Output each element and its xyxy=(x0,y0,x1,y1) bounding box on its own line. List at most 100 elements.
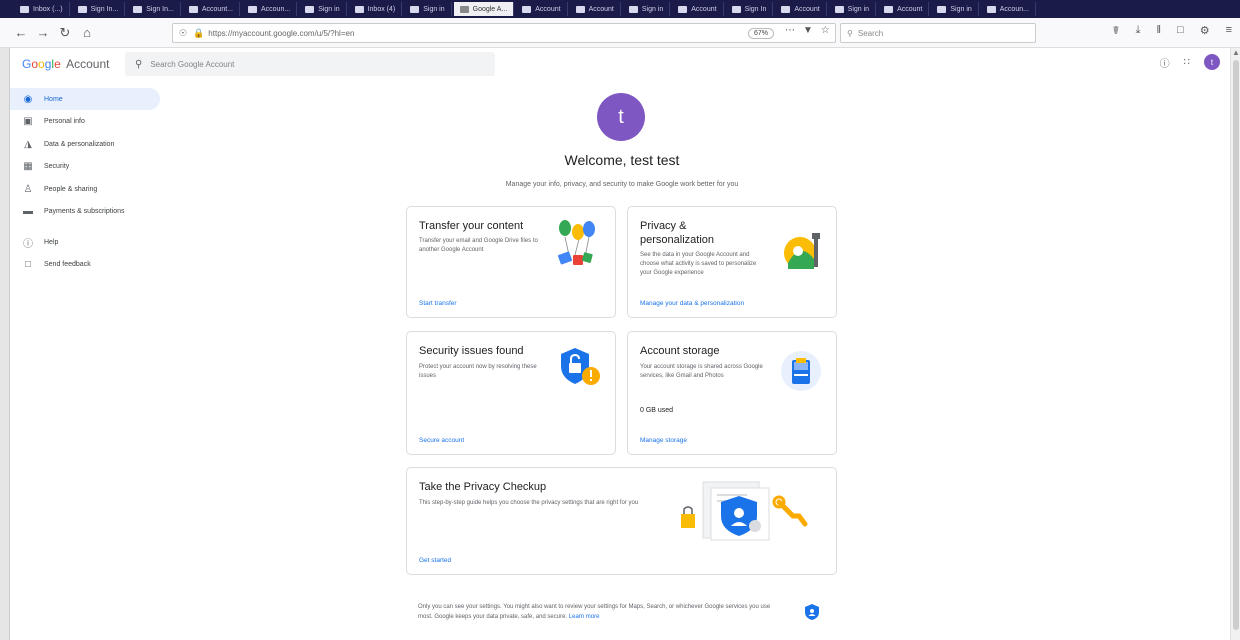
account-storage-card[interactable]: Account storage Your account storage is … xyxy=(627,331,837,455)
privacy-personalization-card[interactable]: Privacy & personalization See the data i… xyxy=(627,206,837,318)
bookmark-star-icon[interactable]: ☆ xyxy=(821,25,830,36)
home-page-icon[interactable]: ⌂ xyxy=(78,24,96,42)
browser-search-input[interactable]: ⚲ Search xyxy=(840,23,1036,43)
browser-tab[interactable]: Sign In xyxy=(726,2,774,16)
tab-favicon-icon xyxy=(354,5,364,13)
sidebar-item-feedback[interactable]: □ Send feedback xyxy=(10,254,160,276)
sidebar-item-security[interactable]: ▦ Security xyxy=(10,156,160,178)
account-search-input[interactable]: ⚲ Search Google Account xyxy=(125,52,495,76)
tab-label: Account xyxy=(535,5,561,13)
tab-favicon-icon xyxy=(248,5,257,13)
sidebar-item-help[interactable]: ⓘ Help xyxy=(10,231,160,253)
tab-favicon-icon xyxy=(781,5,791,13)
sidebar-item-data-personalization[interactable]: ◮ Data & personalization xyxy=(10,133,160,155)
tab-label: Sign In... xyxy=(90,5,119,13)
browser-tab[interactable]: Inbox (...) xyxy=(14,2,70,16)
scrollbar-thumb[interactable] xyxy=(1233,60,1239,630)
manage-storage-link[interactable]: Manage storage xyxy=(640,437,687,444)
zoom-level[interactable]: 67% xyxy=(748,28,775,39)
tab-label: Accoun... xyxy=(261,5,291,13)
browser-tab[interactable]: Account xyxy=(878,2,930,16)
padlock-icon: 🔒 xyxy=(193,27,205,38)
browser-tab[interactable]: Inbox (4) xyxy=(349,2,403,16)
browser-tab[interactable]: Sign In... xyxy=(127,2,181,16)
forward-icon[interactable]: → xyxy=(34,24,52,42)
get-started-link[interactable]: Get started xyxy=(419,557,451,564)
security-warning-icon xyxy=(561,348,600,385)
browser-tab[interactable]: Sign in xyxy=(623,2,671,16)
avatar[interactable]: t xyxy=(1204,54,1220,70)
addon-icon[interactable]: ⚙ xyxy=(1200,24,1210,37)
sidebar-item-payments[interactable]: ▬ Payments & subscriptions xyxy=(10,201,160,223)
browser-tab[interactable]: Google A... xyxy=(453,2,515,16)
scroll-up-icon[interactable]: ▲ xyxy=(1232,48,1240,57)
browser-navbar: ← → ↻ ⌂ ☉ 🔒 https://myaccount.google.com… xyxy=(0,18,1240,48)
browser-tab[interactable]: Account... xyxy=(183,2,240,16)
google-account-header: Google Account ⚲ Search Google Account ⓘ… xyxy=(10,48,1230,78)
card-description: This step-by-step guide helps you choose… xyxy=(419,500,639,506)
start-transfer-link[interactable]: Start transfer xyxy=(419,300,457,307)
sidebar-item-people-sharing[interactable]: ♙ People & sharing xyxy=(10,178,160,200)
browser-tab[interactable]: Account xyxy=(516,2,568,16)
transfer-content-card[interactable]: Transfer your content Transfer your emai… xyxy=(406,206,616,318)
browser-tab[interactable]: Accoun... xyxy=(242,2,298,16)
window-left-edge xyxy=(0,48,10,640)
pocket-icon[interactable]: ▼ xyxy=(803,25,813,36)
storage-used: 0 GB used xyxy=(640,407,674,414)
tab-label: Accoun... xyxy=(999,5,1029,13)
page-scrollbar[interactable]: ▲ xyxy=(1230,48,1240,640)
library-icon[interactable]: ‖ xyxy=(1157,24,1162,37)
sidebar-item-personal-info[interactable]: ▣ Personal info xyxy=(10,111,160,133)
tab-favicon-icon xyxy=(937,5,947,13)
sidebar-item-home[interactable]: ◉ Home xyxy=(10,88,160,110)
privacy-footer-note: Only you can see your settings. You migh… xyxy=(418,602,778,622)
privacy-illustration-icon xyxy=(784,233,820,269)
google-account-logo[interactable]: Google Account xyxy=(22,57,109,71)
reload-icon[interactable]: ↻ xyxy=(56,24,74,42)
card-description: Protect your account now by resolving th… xyxy=(419,364,537,379)
tab-favicon-icon xyxy=(884,5,894,13)
logo-account-text: Account xyxy=(66,57,110,71)
browser-tab-strip: Inbox (...) Sign In... Sign In... Account..… xyxy=(0,0,1240,18)
secure-account-link[interactable]: Secure account xyxy=(419,437,464,444)
page-actions-icon[interactable]: ⋯ xyxy=(785,25,795,36)
profile-avatar[interactable]: t xyxy=(597,93,645,141)
transfer-illustration-icon xyxy=(557,220,595,265)
download-icon[interactable]: ⤓ xyxy=(1136,24,1141,37)
browser-tab[interactable]: Sign In... xyxy=(72,2,126,16)
tab-favicon-icon xyxy=(678,5,688,13)
browser-tab[interactable]: Account xyxy=(570,2,621,16)
sidebar-item-label: Payments & subscriptions xyxy=(44,208,125,215)
learn-more-link[interactable]: Learn more xyxy=(569,614,600,620)
tab-favicon-icon xyxy=(20,5,29,13)
tab-favicon-icon xyxy=(834,5,844,13)
url-bar[interactable]: ☉ 🔒 https://myaccount.google.com/u/5/?hl… xyxy=(172,23,836,43)
manage-data-link[interactable]: Manage your data & personalization xyxy=(640,300,744,307)
sidebar-item-label: Help xyxy=(44,238,59,246)
url-text: https://myaccount.google.com/u/5/?hl=en xyxy=(208,28,355,38)
browser-tab[interactable]: Sign in xyxy=(931,2,979,16)
browser-tab[interactable]: Account xyxy=(672,2,724,16)
sidebar-toggle-icon[interactable]: □ xyxy=(1177,24,1184,37)
browser-tab[interactable]: Sign in xyxy=(299,2,347,16)
extension-icon[interactable]: ☤ xyxy=(1112,24,1119,37)
menu-icon[interactable]: ≡ xyxy=(1226,24,1232,37)
privacy-checkup-card[interactable]: Take the Privacy Checkup This step-by-st… xyxy=(406,467,837,575)
browser-tab[interactable]: Account xyxy=(775,2,827,16)
sidebar-item-label: People & sharing xyxy=(44,185,98,193)
browser-tab[interactable]: Sign in xyxy=(829,2,877,16)
sidebar-item-label: Data & personalization xyxy=(44,140,115,148)
apps-grid-icon[interactable]: ∷ xyxy=(1184,57,1190,68)
back-icon[interactable]: ← xyxy=(12,24,30,42)
help-icon[interactable]: ⓘ xyxy=(1160,55,1170,70)
lock-icon: ▦ xyxy=(23,161,33,172)
tab-label: Account xyxy=(588,5,614,13)
tab-label: Account xyxy=(691,5,717,13)
browser-tab[interactable]: Sign in xyxy=(404,2,452,16)
tab-label: Inbox (...) xyxy=(33,5,63,13)
privacy-shield-icon xyxy=(805,604,819,620)
tab-favicon-icon xyxy=(628,5,638,13)
security-issues-card[interactable]: Security issues found Protect your accou… xyxy=(406,331,616,455)
tab-label: Sign In xyxy=(744,5,767,13)
browser-tab[interactable]: Accoun... xyxy=(981,2,1036,16)
